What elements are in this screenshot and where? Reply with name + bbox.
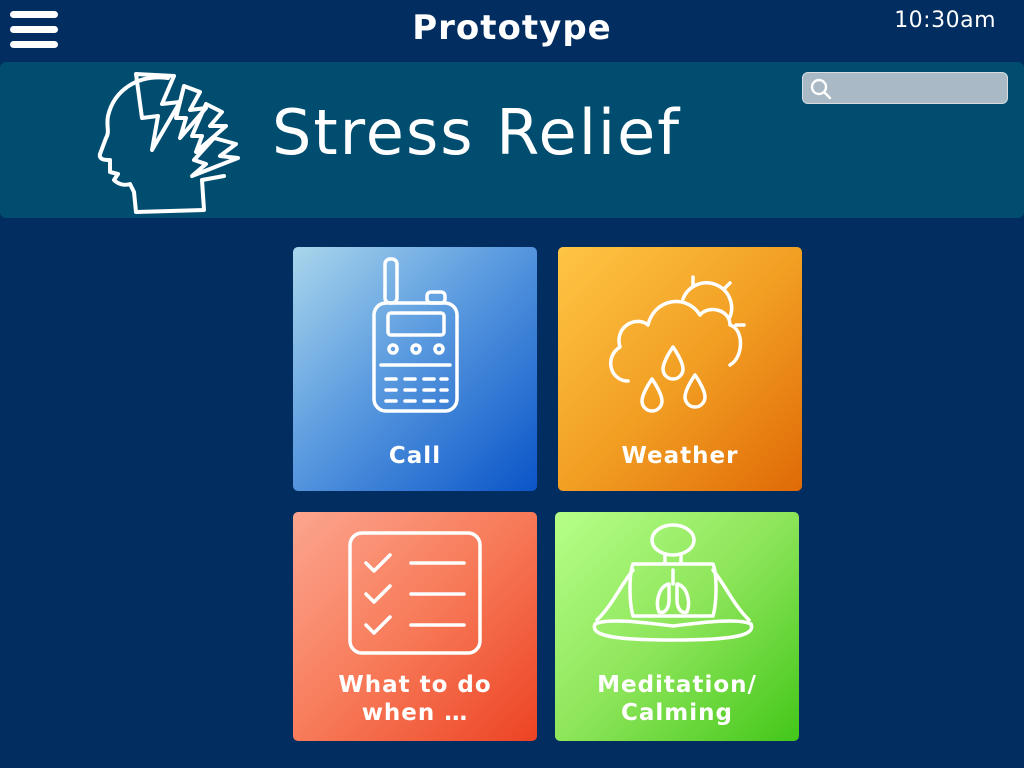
meditation-label-line-1: Meditation/ <box>597 672 757 698</box>
call-tile[interactable]: Call <box>293 247 537 491</box>
what-to-do-label-line-2: when … <box>361 700 469 726</box>
what-to-do-label-line-1: What to do <box>338 672 492 698</box>
weather-tile-label: Weather <box>621 443 739 469</box>
meditation-label-line-2: Calming <box>621 700 733 726</box>
stressed-head-icon <box>97 72 240 214</box>
what-to-do-tile[interactable]: What to do when … <box>293 512 537 741</box>
call-tile-label: Call <box>388 443 442 469</box>
top-bar: Prototype 10:30am <box>0 0 1024 62</box>
search-input[interactable] <box>835 75 1005 103</box>
search-box[interactable] <box>802 72 1008 104</box>
clock-time: 10:30am <box>894 8 996 33</box>
meditation-tile[interactable]: Meditation/ Calming <box>555 512 799 741</box>
app-screen: Prototype 10:30am Stress Relief Call Wea… <box>0 0 1024 768</box>
app-title: Prototype <box>412 8 612 48</box>
page-header: Stress Relief <box>0 62 1024 218</box>
search-icon <box>810 78 832 100</box>
weather-tile[interactable]: Weather <box>558 247 802 491</box>
page-title: Stress Relief <box>272 96 682 169</box>
